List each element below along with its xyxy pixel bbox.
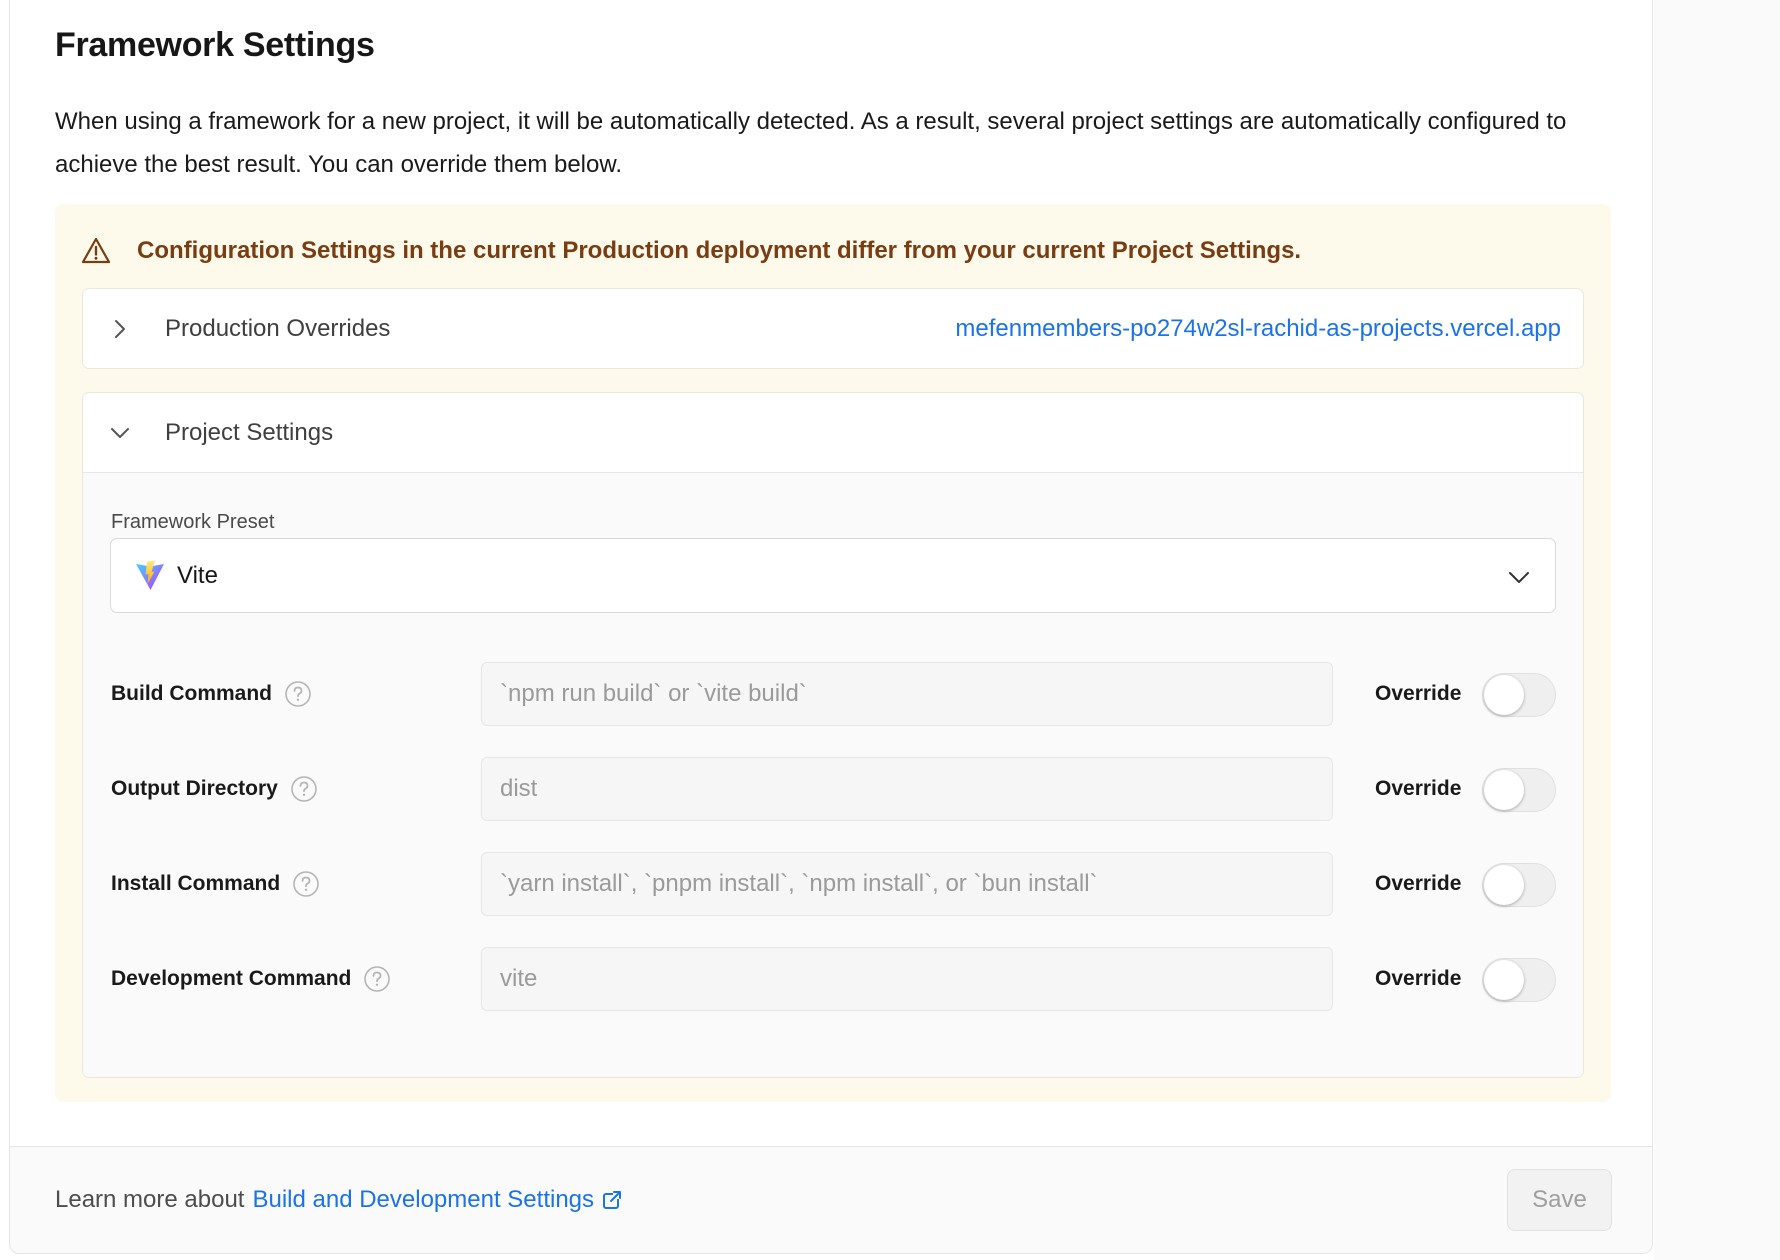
section-description: When using a framework for a new project… — [55, 108, 1567, 178]
production-overrides-label: Production Overrides — [165, 315, 391, 342]
override-label: Override — [1375, 967, 1462, 990]
chevron-down-icon — [111, 428, 129, 438]
project-settings-toggle[interactable]: Project Settings — [83, 393, 1583, 473]
help-icon[interactable] — [284, 680, 312, 708]
framework-settings-card: Framework Settings When using a framewor… — [9, 0, 1653, 1254]
save-button[interactable]: Save — [1507, 1169, 1612, 1231]
build-command-label: Build Command — [111, 682, 272, 705]
output-directory-row: Output Directory Override — [83, 757, 1583, 821]
build-command-override-toggle[interactable] — [1482, 673, 1556, 717]
warning-triangle-icon — [81, 237, 111, 264]
warning-text: Configuration Settings in the current Pr… — [137, 237, 1302, 264]
development-command-override-toggle[interactable] — [1482, 958, 1556, 1002]
development-command-label: Development Command — [111, 967, 352, 990]
output-directory-label: Output Directory — [111, 777, 278, 800]
vite-logo-icon — [136, 560, 164, 590]
build-command-row: Build Command Override — [83, 662, 1583, 726]
help-icon[interactable] — [363, 965, 391, 993]
install-command-row: Install Command Override — [83, 852, 1583, 916]
build-command-input[interactable] — [481, 662, 1333, 726]
help-icon[interactable] — [290, 775, 318, 803]
framework-preset-value: Vite — [177, 561, 218, 589]
production-overrides-panel: Production Overrides mefenmembers-po274w… — [82, 288, 1584, 369]
toggle-knob — [1484, 770, 1524, 810]
footer-prefix: Learn more about — [55, 1186, 245, 1213]
install-command-input[interactable] — [481, 852, 1333, 916]
warning-header: Configuration Settings in the current Pr… — [81, 234, 1301, 268]
override-label: Override — [1375, 777, 1462, 800]
chevron-down-icon — [1509, 572, 1529, 583]
project-settings-body: Framework Preset Vite Build Command `npm… — [83, 472, 1583, 1077]
install-command-override-toggle[interactable] — [1482, 863, 1556, 907]
toggle-knob — [1484, 960, 1524, 1000]
docs-link[interactable]: Build and Development Settings — [252, 1147, 594, 1253]
override-label: Override — [1375, 682, 1462, 705]
right-gutter — [1654, 0, 1780, 1260]
help-icon[interactable] — [292, 870, 320, 898]
project-settings-label: Project Settings — [165, 419, 334, 446]
chevron-right-icon — [115, 320, 125, 338]
override-label: Override — [1375, 872, 1462, 895]
section-title: Framework Settings — [55, 26, 375, 64]
development-command-input[interactable] — [481, 947, 1333, 1011]
install-command-label: Install Command — [111, 872, 281, 895]
warning-box: Configuration Settings in the current Pr… — [55, 204, 1611, 1102]
framework-preset-select[interactable]: Vite — [110, 538, 1556, 613]
development-command-row: Development Command Override — [83, 947, 1583, 1011]
output-directory-input[interactable] — [481, 757, 1333, 821]
deployment-link[interactable]: mefenmembers-po274w2sl-rachid-as-project… — [955, 289, 1561, 369]
output-directory-override-toggle[interactable] — [1482, 768, 1556, 812]
framework-preset-label: Framework Preset — [111, 511, 275, 533]
toggle-knob — [1484, 865, 1524, 905]
project-settings-panel: Project Settings Framework Preset Vite B… — [82, 392, 1584, 1078]
external-link-icon[interactable] — [602, 1190, 622, 1210]
toggle-knob — [1484, 675, 1524, 715]
card-footer: Learn more about Build and Development S… — [10, 1146, 1652, 1253]
